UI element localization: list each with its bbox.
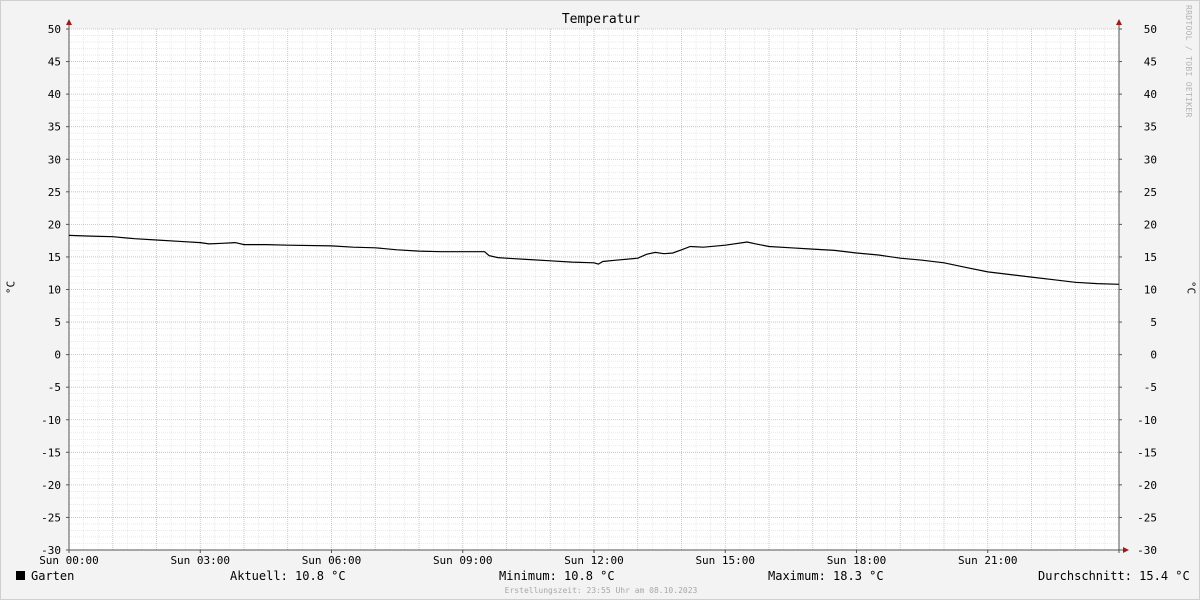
y-tick-label-left: 45 — [48, 56, 61, 69]
legend-durchschnitt: Durchschnitt: 15.4 °C — [1038, 569, 1190, 583]
y-tick-label-left: -20 — [41, 479, 61, 492]
y-tick-label-right: -15 — [1137, 446, 1157, 459]
x-tick-label: Sun 06:00 — [302, 554, 362, 567]
y-tick-label-left: 20 — [48, 218, 61, 231]
x-tick-label: Sun 12:00 — [564, 554, 624, 567]
creation-timestamp: Erstellungszeit: 23:55 Uhr am 08.10.2023 — [504, 586, 698, 595]
y-tick-label-left: 50 — [48, 23, 61, 36]
y-tick-label-left: 15 — [48, 251, 61, 264]
x-tick-label: Sun 09:00 — [433, 554, 493, 567]
y-tick-label-right: 15 — [1144, 251, 1157, 264]
y-tick-label-right: 5 — [1150, 316, 1157, 329]
y-tick-label-left: -15 — [41, 446, 61, 459]
y-tick-label-right: 35 — [1144, 121, 1157, 134]
y-tick-label-right: -25 — [1137, 511, 1157, 524]
y-tick-label-right: 40 — [1144, 88, 1157, 101]
y-tick-label-left: -5 — [48, 381, 61, 394]
y-tick-label-right: -5 — [1144, 381, 1157, 394]
x-tick-label: Sun 21:00 — [958, 554, 1018, 567]
y-tick-label-left: 10 — [48, 284, 61, 297]
chart-frame: Temperatur RRDTOOL / TOBI OETIKER °C °C … — [0, 0, 1200, 600]
x-tick-label: Sun 03:00 — [170, 554, 230, 567]
y-tick-label-right: 45 — [1144, 56, 1157, 69]
legend-aktuell: Aktuell: 10.8 °C — [230, 569, 346, 583]
legend-series-label: Garten — [31, 569, 75, 583]
y-tick-label-left: 0 — [54, 349, 61, 362]
y-tick-label-right: -20 — [1137, 479, 1157, 492]
x-tick-label: Sun 15:00 — [695, 554, 755, 567]
y-axis-arrow-right — [1116, 19, 1122, 25]
y-tick-label-right: 20 — [1144, 218, 1157, 231]
y-tick-label-right: 10 — [1144, 284, 1157, 297]
y-tick-label-left: -10 — [41, 414, 61, 427]
x-tick-label: Sun 18:00 — [827, 554, 887, 567]
x-tick-label: Sun 00:00 — [39, 554, 99, 567]
y-tick-label-left: 35 — [48, 121, 61, 134]
y-axis-arrow-left — [66, 19, 72, 25]
y-tick-label-left: 5 — [54, 316, 61, 329]
y-tick-label-right: -30 — [1137, 544, 1157, 557]
y-tick-label-right: 0 — [1150, 349, 1157, 362]
y-tick-label-right: -10 — [1137, 414, 1157, 427]
y-tick-label-left: 30 — [48, 153, 61, 166]
y-tick-label-left: -25 — [41, 511, 61, 524]
y-tick-label-left: 40 — [48, 88, 61, 101]
legend-maximum: Maximum: 18.3 °C — [768, 569, 884, 583]
y-tick-label-left: 25 — [48, 186, 61, 199]
legend-swatch — [16, 571, 25, 580]
legend-minimum: Minimum: 10.8 °C — [499, 569, 615, 583]
x-axis-arrow — [1123, 547, 1129, 553]
plot-area: 50 5045 4540 4035 3530 3025 2520 2015 1510 105 50 0… — [39, 19, 1157, 567]
y-tick-label-right: 30 — [1144, 153, 1157, 166]
y-tick-label-right: 25 — [1144, 186, 1157, 199]
y-tick-label-right: 50 — [1144, 23, 1157, 36]
